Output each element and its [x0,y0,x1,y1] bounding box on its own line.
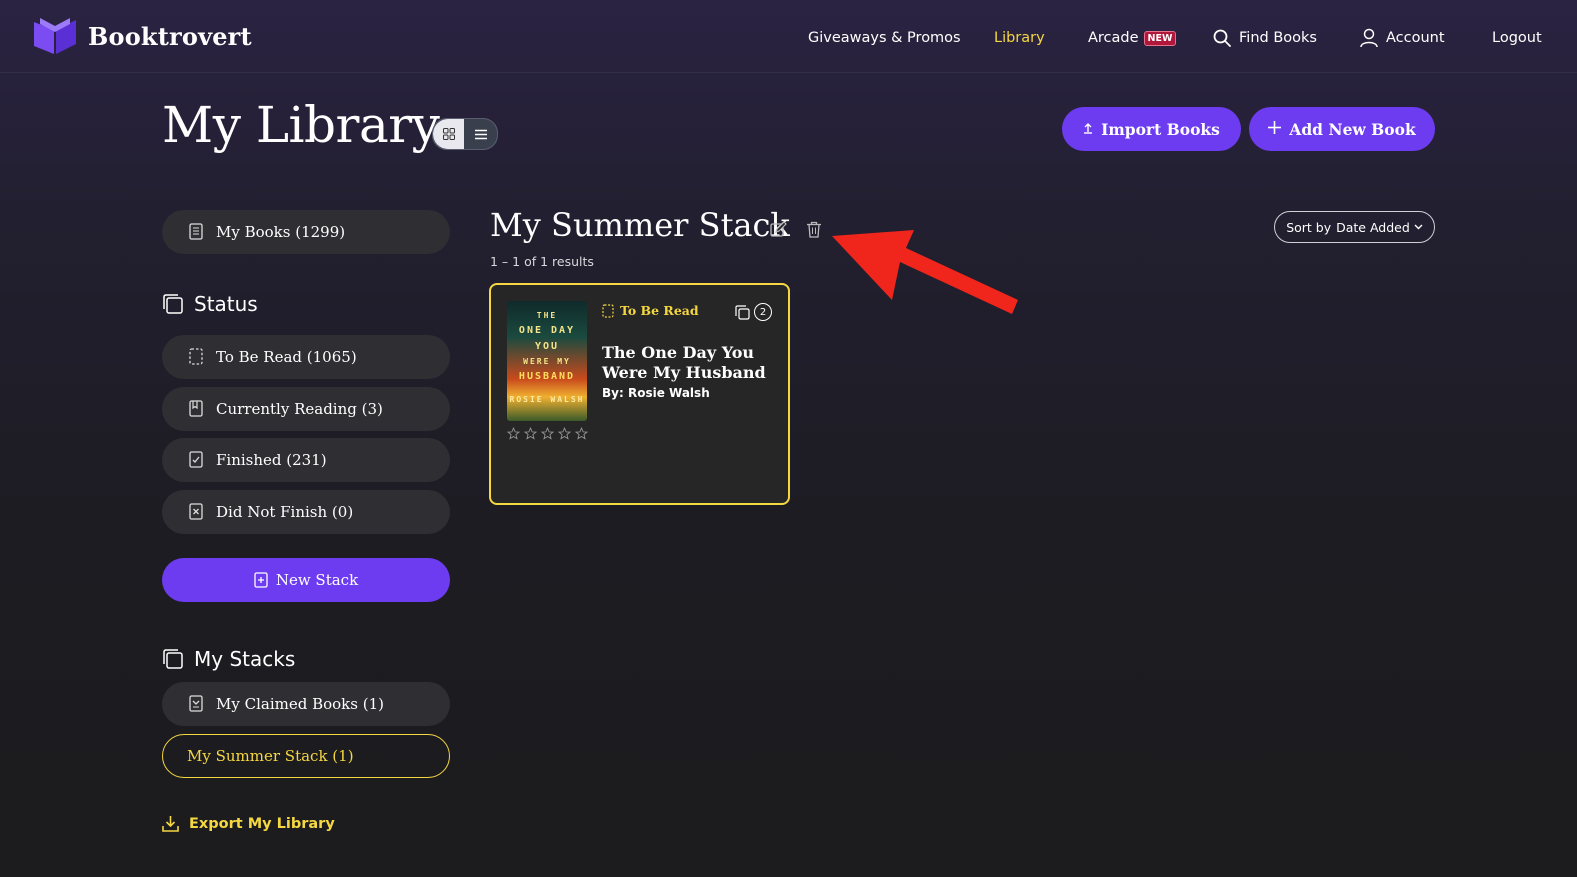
add-new-book-button[interactable]: Add New Book [1249,107,1435,151]
plus-icon [1268,120,1282,138]
trash-icon [807,221,821,238]
upload-icon [1083,120,1093,138]
status-heading-label: Status [194,292,258,316]
sidebar-item-label: My Books (1299) [216,223,346,241]
my-stacks-heading: My Stacks [162,647,295,671]
new-badge: NEW [1143,30,1177,46]
sidebar-item-label: My Summer Stack (1) [187,747,354,765]
author-name[interactable]: Rosie Walsh [628,386,710,400]
results-count: 1 – 1 of 1 results [490,254,594,269]
book-title[interactable]: The One Day You Were My Husband [602,343,777,383]
export-library-link[interactable]: Export My Library [162,815,335,832]
star-rating[interactable] [507,427,589,441]
stack-icon [162,648,184,670]
author-prefix: By: [602,386,624,400]
list-view-button[interactable] [464,119,497,149]
brand-name: Booktrovert [88,21,252,51]
add-stack-icon [254,572,268,588]
nav-find-books[interactable]: Find Books [1213,26,1317,50]
cover-text: ONE DAY [518,325,576,336]
nav-logout[interactable]: Logout [1492,26,1542,50]
sidebar-item-label: Finished (231) [216,451,327,469]
dashed-book-icon [189,348,205,366]
sidebar-item-label: Currently Reading (3) [216,400,383,418]
sidebar-item-label: Did Not Finish (0) [216,503,354,521]
new-stack-label: New Stack [275,571,359,589]
check-book-icon [189,451,205,469]
sidebar-item-to-be-read[interactable]: To Be Read (1065) [162,335,450,379]
sidebar-item-currently-reading[interactable]: Currently Reading (3) [162,387,450,431]
sidebar-item-label: My Claimed Books (1) [216,695,384,713]
add-new-book-label: Add New Book [1289,119,1416,139]
book-author: By: Rosie Walsh [602,386,710,400]
nav-library-label: Library [994,30,1045,46]
book-cover[interactable]: THE ONE DAY YOU WERE MY HUSBAND ROSIE WA… [507,301,587,421]
nav-account-label: Account [1386,30,1445,46]
x-book-icon [189,503,205,521]
cover-text: ROSIE WALSH [509,395,585,404]
new-stack-button[interactable]: New Stack [162,558,450,602]
cover-text: HUSBAND [518,371,576,382]
cover-text: YOU [534,341,560,352]
book-status-tag[interactable]: To Be Read [602,303,699,318]
star-icon[interactable] [541,427,555,441]
nav-giveaways-label: Giveaways & Promos [808,30,961,46]
nav-arcade-label: Arcade [1088,30,1139,46]
cover-text: THE [536,311,558,320]
sidebar-item-finished[interactable]: Finished (231) [162,438,450,482]
book-card[interactable]: THE ONE DAY YOU WERE MY HUSBAND ROSIE WA… [489,283,790,505]
book-status-label: To Be Read [620,303,699,318]
list-icon [474,129,487,139]
page-title: My Library [162,96,440,154]
stack-count[interactable]: 2 [735,303,772,321]
star-icon[interactable] [558,427,572,441]
status-heading: Status [162,292,258,316]
nav-account[interactable]: Account [1360,26,1445,50]
sidebar-item-my-books[interactable]: My Books (1299) [162,210,450,254]
chevron-down-icon [1414,224,1423,230]
nav-arcade[interactable]: Arcade NEW [1088,26,1177,50]
stack-count-badge: 2 [754,303,772,321]
user-icon [1360,28,1378,48]
star-icon[interactable] [507,427,521,441]
sidebar-item-label: To Be Read (1065) [216,348,357,366]
claimed-book-icon [189,695,205,713]
nav-logout-label: Logout [1492,30,1542,46]
delete-stack-button[interactable] [806,221,822,242]
sort-prefix: Sort by [1286,219,1332,235]
bookmark-book-icon [189,400,205,418]
brand-logo[interactable]: Booktrovert [34,18,252,54]
star-icon[interactable] [524,427,538,441]
nav-find-books-label: Find Books [1239,30,1317,46]
sidebar-item-did-not-finish[interactable]: Did Not Finish (0) [162,490,450,534]
search-icon [1213,29,1231,47]
nav-giveaways[interactable]: Giveaways & Promos [808,26,961,50]
import-books-label: Import Books [1101,119,1220,139]
grid-view-button[interactable] [433,119,464,149]
nav-library[interactable]: Library [994,26,1045,50]
edit-stack-button[interactable] [770,221,787,242]
sort-dropdown[interactable]: Sort by Date Added [1274,211,1435,243]
star-icon[interactable] [575,427,589,441]
grid-icon [442,128,455,140]
stack-title: My Summer Stack [490,206,790,244]
import-books-button[interactable]: Import Books [1062,107,1241,151]
view-toggle [432,118,498,150]
my-stacks-heading-label: My Stacks [194,647,296,671]
pencil-icon [770,221,787,237]
top-navbar: Booktrovert Giveaways & Promos Library A… [0,0,1577,73]
sidebar-item-claimed-books[interactable]: My Claimed Books (1) [162,682,450,726]
sidebar-item-summer-stack[interactable]: My Summer Stack (1) [162,734,450,778]
stack-icon [162,293,184,315]
export-library-label: Export My Library [189,815,335,832]
book-logo-icon [34,18,76,54]
annotation-arrow-icon [832,230,1018,314]
download-icon [162,815,179,832]
stack-icon [735,304,750,320]
cover-text: WERE MY [523,357,571,366]
dashed-book-icon [602,303,614,318]
sort-value: Date Added [1336,219,1410,235]
book-icon [189,223,205,241]
